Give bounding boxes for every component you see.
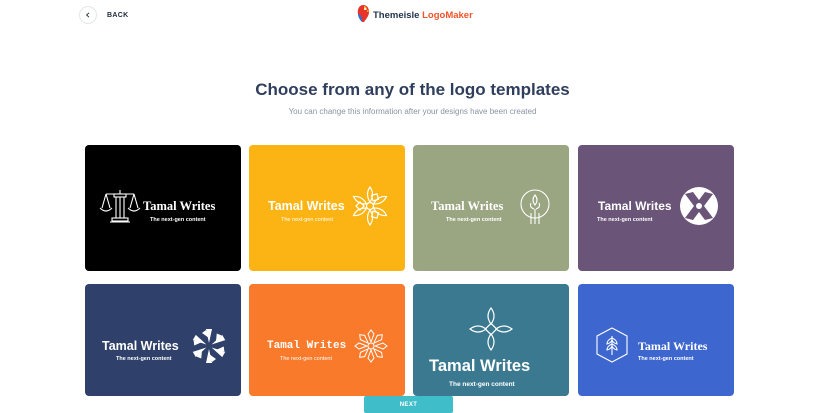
- template-tagline: The next-gen content: [150, 217, 206, 223]
- template-name: Tamal Writes: [268, 199, 345, 213]
- page-subtitle: You can change this information after yo…: [288, 107, 537, 116]
- template-card-5[interactable]: Tamal Writes The next-gen content: [85, 284, 241, 396]
- back-label: BACK: [107, 11, 129, 19]
- page-title: Choose from any of the logo templates: [255, 80, 570, 99]
- leaf-knot-icon: [468, 306, 514, 352]
- template-card-1[interactable]: Tamal Writes The next-gen content: [85, 145, 241, 271]
- brand-logo: Themeisle LogoMaker: [355, 4, 473, 26]
- template-tagline: The next-gen content: [280, 356, 332, 362]
- chevron-left-icon: [79, 6, 97, 24]
- template-card-3[interactable]: Tamal Writes The next-gen content: [413, 145, 569, 271]
- template-card-7[interactable]: Tamal Writes The next-gen content: [413, 284, 569, 396]
- template-tagline: The next-gen content: [597, 217, 653, 223]
- template-tagline: The next-gen content: [638, 356, 694, 362]
- brand-name: Themeisle: [373, 9, 420, 21]
- template-name: Tamal Writes: [143, 199, 216, 213]
- template-card-8[interactable]: Tamal Writes The next-gen content: [578, 284, 734, 396]
- template-tagline: The next-gen content: [446, 217, 502, 223]
- back-button[interactable]: BACK: [79, 5, 128, 25]
- parrot-logo-icon: [355, 3, 371, 28]
- brand-product: LogoMaker: [422, 9, 473, 21]
- template-name: Tamal Writes: [638, 339, 708, 353]
- template-tagline: The next-gen content: [449, 381, 515, 388]
- template-card-4[interactable]: Tamal Writes The next-gen content: [578, 145, 734, 271]
- template-name: Tamal Writes: [267, 340, 347, 352]
- template-name: Tamal Writes: [431, 199, 504, 213]
- template-card-2[interactable]: Tamal Writes The next-gen content: [249, 145, 405, 271]
- template-name: Tamal Writes: [102, 339, 179, 353]
- next-button[interactable]: NEXT: [364, 396, 453, 413]
- template-tagline: The next-gen content: [281, 217, 333, 223]
- template-tagline: The next-gen content: [116, 356, 172, 362]
- template-name: Tamal Writes: [429, 357, 531, 375]
- template-name: Tamal Writes: [598, 199, 672, 213]
- template-card-6[interactable]: Tamal Writes The next-gen content: [249, 284, 405, 396]
